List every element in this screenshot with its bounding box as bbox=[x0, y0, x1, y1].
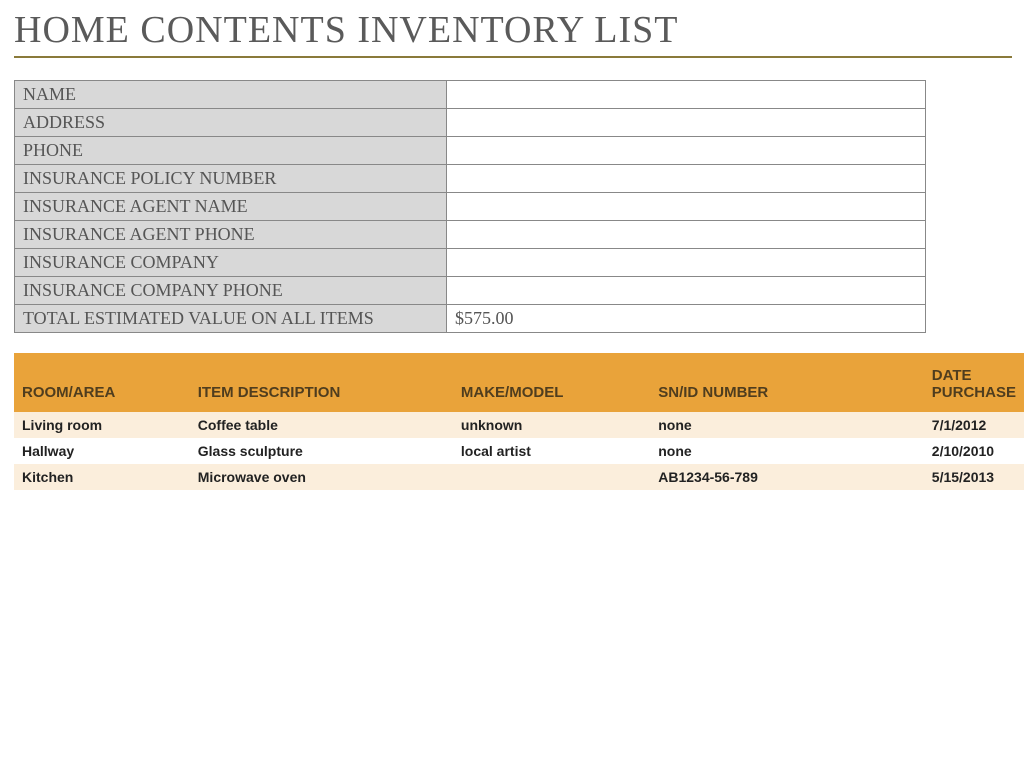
info-row: INSURANCE COMPANY bbox=[15, 249, 926, 277]
cell-room[interactable]: Living room bbox=[14, 412, 190, 438]
page-title: HOME CONTENTS INVENTORY LIST bbox=[14, 8, 1024, 54]
inventory-row: Kitchen Microwave oven AB1234-56-789 5/1… bbox=[14, 464, 1024, 490]
info-label: TOTAL ESTIMATED VALUE ON ALL ITEMS bbox=[15, 305, 447, 333]
info-label: INSURANCE COMPANY PHONE bbox=[15, 277, 447, 305]
cell-sn-id[interactable]: AB1234-56-789 bbox=[650, 464, 924, 490]
info-row: PHONE bbox=[15, 137, 926, 165]
info-value[interactable] bbox=[447, 109, 926, 137]
inventory-row: Living room Coffee table unknown none 7/… bbox=[14, 412, 1024, 438]
info-label: NAME bbox=[15, 81, 447, 109]
cell-sn-id[interactable]: none bbox=[650, 412, 924, 438]
info-label: INSURANCE COMPANY bbox=[15, 249, 447, 277]
info-value[interactable] bbox=[447, 221, 926, 249]
inventory-header-row: ROOM/AREA ITEM DESCRIPTION MAKE/MODEL SN… bbox=[14, 353, 1024, 412]
col-header-sn-id: SN/ID NUMBER bbox=[650, 353, 924, 412]
info-label: INSURANCE AGENT NAME bbox=[15, 193, 447, 221]
title-rule bbox=[14, 56, 1012, 58]
col-header-make-model: MAKE/MODEL bbox=[453, 353, 650, 412]
cell-make-model[interactable] bbox=[453, 464, 650, 490]
info-value[interactable] bbox=[447, 137, 926, 165]
cell-date[interactable]: 5/15/2013 bbox=[924, 464, 1024, 490]
info-label: ADDRESS bbox=[15, 109, 447, 137]
info-row: INSURANCE COMPANY PHONE bbox=[15, 277, 926, 305]
cell-make-model[interactable]: local artist bbox=[453, 438, 650, 464]
document-page: HOME CONTENTS INVENTORY LIST NAME ADDRES… bbox=[0, 0, 1024, 490]
cell-room[interactable]: Kitchen bbox=[14, 464, 190, 490]
inventory-table: ROOM/AREA ITEM DESCRIPTION MAKE/MODEL SN… bbox=[14, 353, 1024, 490]
info-value[interactable] bbox=[447, 81, 926, 109]
info-row: NAME bbox=[15, 81, 926, 109]
cell-description[interactable]: Glass sculpture bbox=[190, 438, 453, 464]
col-header-room: ROOM/AREA bbox=[14, 353, 190, 412]
info-label: INSURANCE POLICY NUMBER bbox=[15, 165, 447, 193]
info-row: TOTAL ESTIMATED VALUE ON ALL ITEMS $575.… bbox=[15, 305, 926, 333]
info-value[interactable] bbox=[447, 193, 926, 221]
col-header-description: ITEM DESCRIPTION bbox=[190, 353, 453, 412]
info-value[interactable] bbox=[447, 249, 926, 277]
info-table: NAME ADDRESS PHONE INSURANCE POLICY NUMB… bbox=[14, 80, 926, 333]
inventory-row: Hallway Glass sculpture local artist non… bbox=[14, 438, 1024, 464]
cell-room[interactable]: Hallway bbox=[14, 438, 190, 464]
cell-make-model[interactable]: unknown bbox=[453, 412, 650, 438]
info-row: INSURANCE AGENT NAME bbox=[15, 193, 926, 221]
cell-description[interactable]: Microwave oven bbox=[190, 464, 453, 490]
col-header-date-purchased: DATE PURCHASE bbox=[924, 353, 1024, 412]
info-label: INSURANCE AGENT PHONE bbox=[15, 221, 447, 249]
cell-date[interactable]: 2/10/2010 bbox=[924, 438, 1024, 464]
info-value[interactable] bbox=[447, 165, 926, 193]
info-label: PHONE bbox=[15, 137, 447, 165]
info-row: ADDRESS bbox=[15, 109, 926, 137]
info-row: INSURANCE AGENT PHONE bbox=[15, 221, 926, 249]
cell-sn-id[interactable]: none bbox=[650, 438, 924, 464]
info-value[interactable] bbox=[447, 277, 926, 305]
info-value: $575.00 bbox=[447, 305, 926, 333]
info-row: INSURANCE POLICY NUMBER bbox=[15, 165, 926, 193]
cell-description[interactable]: Coffee table bbox=[190, 412, 453, 438]
cell-date[interactable]: 7/1/2012 bbox=[924, 412, 1024, 438]
